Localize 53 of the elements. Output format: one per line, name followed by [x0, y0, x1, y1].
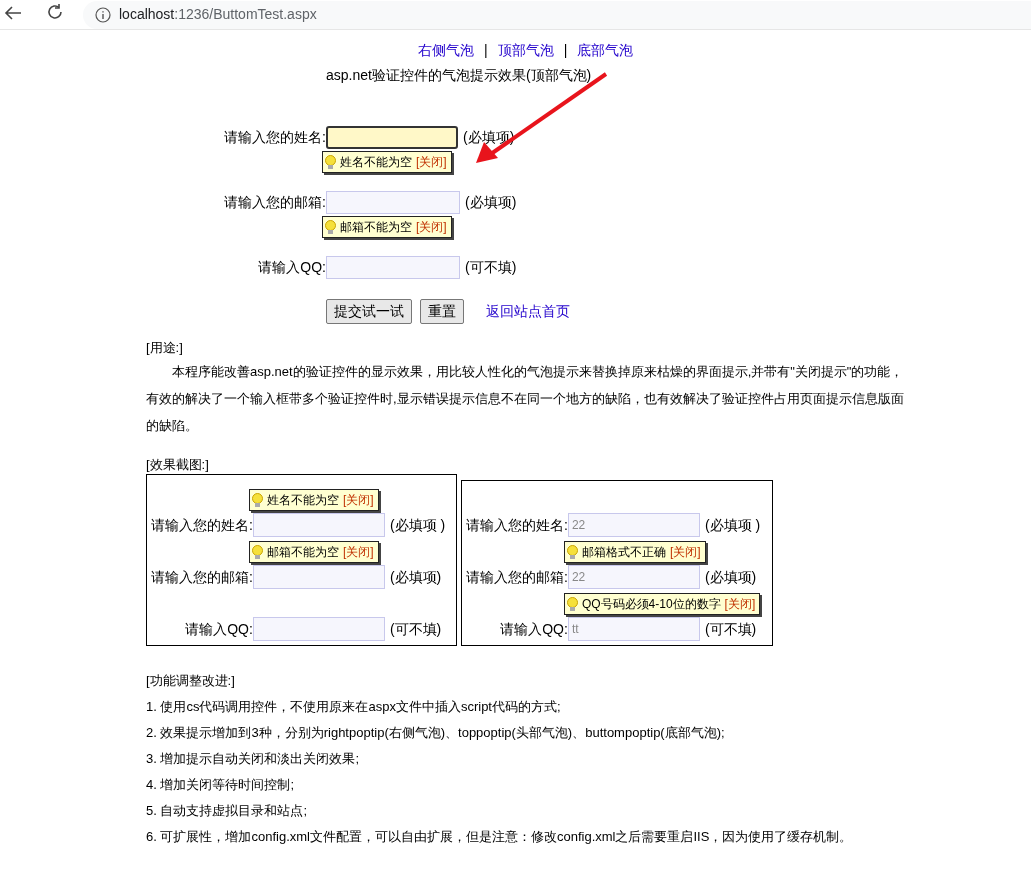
tooltip-message: 邮箱格式不正确	[581, 544, 666, 561]
description-paragraph: 本程序能改善asp.net的验证控件的显示效果，用比较人性化的气泡提示来替换掉原来枯燥的界面提示,并带有"关闭提示"的功能，有效的解决了一个输入框带多个验证控件时,显示错误提示信息不在同一个地方的缺陷，也有效解决了验证控件占用页面提示信息版面的缺陷。	[146, 362, 905, 435]
nav-link[interactable]: 右侧气泡	[418, 40, 474, 61]
nav-link[interactable]: 顶部气泡	[497, 40, 554, 61]
required-note: (必填项 )	[704, 515, 761, 535]
close-link[interactable]: [关闭]	[669, 543, 701, 561]
close-link[interactable]: [关闭]	[416, 153, 447, 171]
close-link[interactable]: [关闭]	[342, 543, 374, 561]
list-item: 5. 自动支持虚拟目录和站点;	[146, 802, 309, 820]
tooltip-message: QQ号码必须4-10位的数字	[581, 596, 721, 613]
required-note: (必填项)	[704, 567, 757, 587]
tooltip-message: 姓名不能为空	[266, 492, 339, 509]
home-link[interactable]: 返回站点首页	[486, 301, 570, 322]
field-label: 请输入您的姓名:	[151, 515, 253, 535]
field-label: 请输入您的邮箱:	[223, 193, 326, 212]
required-note: (可不填)	[465, 258, 517, 277]
field-label: 请输入您的邮箱:	[151, 567, 253, 587]
separator-text: |	[484, 41, 488, 60]
separator-text: |	[563, 41, 568, 60]
input-field[interactable]: 22	[567, 513, 700, 537]
close-link[interactable]: [关闭]	[342, 491, 374, 509]
required-note: (可不填)	[704, 619, 757, 639]
section-title: [效果截图:]	[146, 455, 210, 474]
field-label: 请输入QQ:	[184, 619, 253, 639]
field-label: 请输入QQ:	[499, 619, 568, 639]
nav-link[interactable]: 底部气泡	[577, 40, 634, 61]
form-button[interactable]: 提交试一试	[326, 299, 412, 324]
list-item: 1. 使用cs代码调用控件，不使用原来在aspx文件中插入script代码的方式;	[146, 698, 562, 716]
address-bar[interactable]: localhost:1236/ButtomTest.aspx	[83, 0, 1031, 29]
page-heading: asp.net验证控件的气泡提示效果(顶部气泡)	[326, 66, 593, 85]
list-item: 2. 效果提示增加到3种，分别为rightpoptip(右侧气泡)、toppoptip(头部气泡)、buttompoptip(底部气泡);	[146, 724, 726, 742]
field-label: 请输入您的姓名:	[223, 128, 326, 147]
tooltip-message: 邮箱不能为空	[340, 219, 412, 236]
list-item: 6. 可扩展性，增加config.xml文件配置，可以自由扩展，但是注意：修改config.xml之后需要重启IIS，因为使用了缓存机制。	[146, 828, 854, 846]
close-link[interactable]: [关闭]	[416, 218, 447, 236]
list-item: 3. 增加提示自动关闭和淡出关闭效果;	[146, 750, 361, 768]
section-title: [用途:]	[146, 339, 184, 357]
required-note: (必填项 )	[389, 515, 446, 535]
required-note: (必填项)	[465, 193, 517, 212]
input-field[interactable]: 22	[567, 565, 700, 589]
required-note: (可不填)	[389, 619, 442, 639]
tooltip-message: 邮箱不能为空	[266, 544, 339, 561]
field-label: 请输入您的姓名:	[466, 515, 568, 535]
tooltip-message: 姓名不能为空	[340, 154, 412, 171]
field-label: 请输入您的邮箱:	[466, 567, 568, 587]
required-note: (必填项)	[389, 567, 442, 587]
list-item: 4. 增加关闭等待时间控制;	[146, 776, 296, 794]
url-text: localhost:1236/ButtomTest.aspx	[119, 5, 317, 24]
section-title: [功能调整改进:]	[146, 672, 236, 690]
input-field[interactable]: tt	[567, 617, 700, 641]
form-button[interactable]: 重置	[420, 299, 464, 324]
field-label: 请输入QQ:	[257, 258, 326, 277]
close-link[interactable]: [关闭]	[724, 595, 756, 613]
